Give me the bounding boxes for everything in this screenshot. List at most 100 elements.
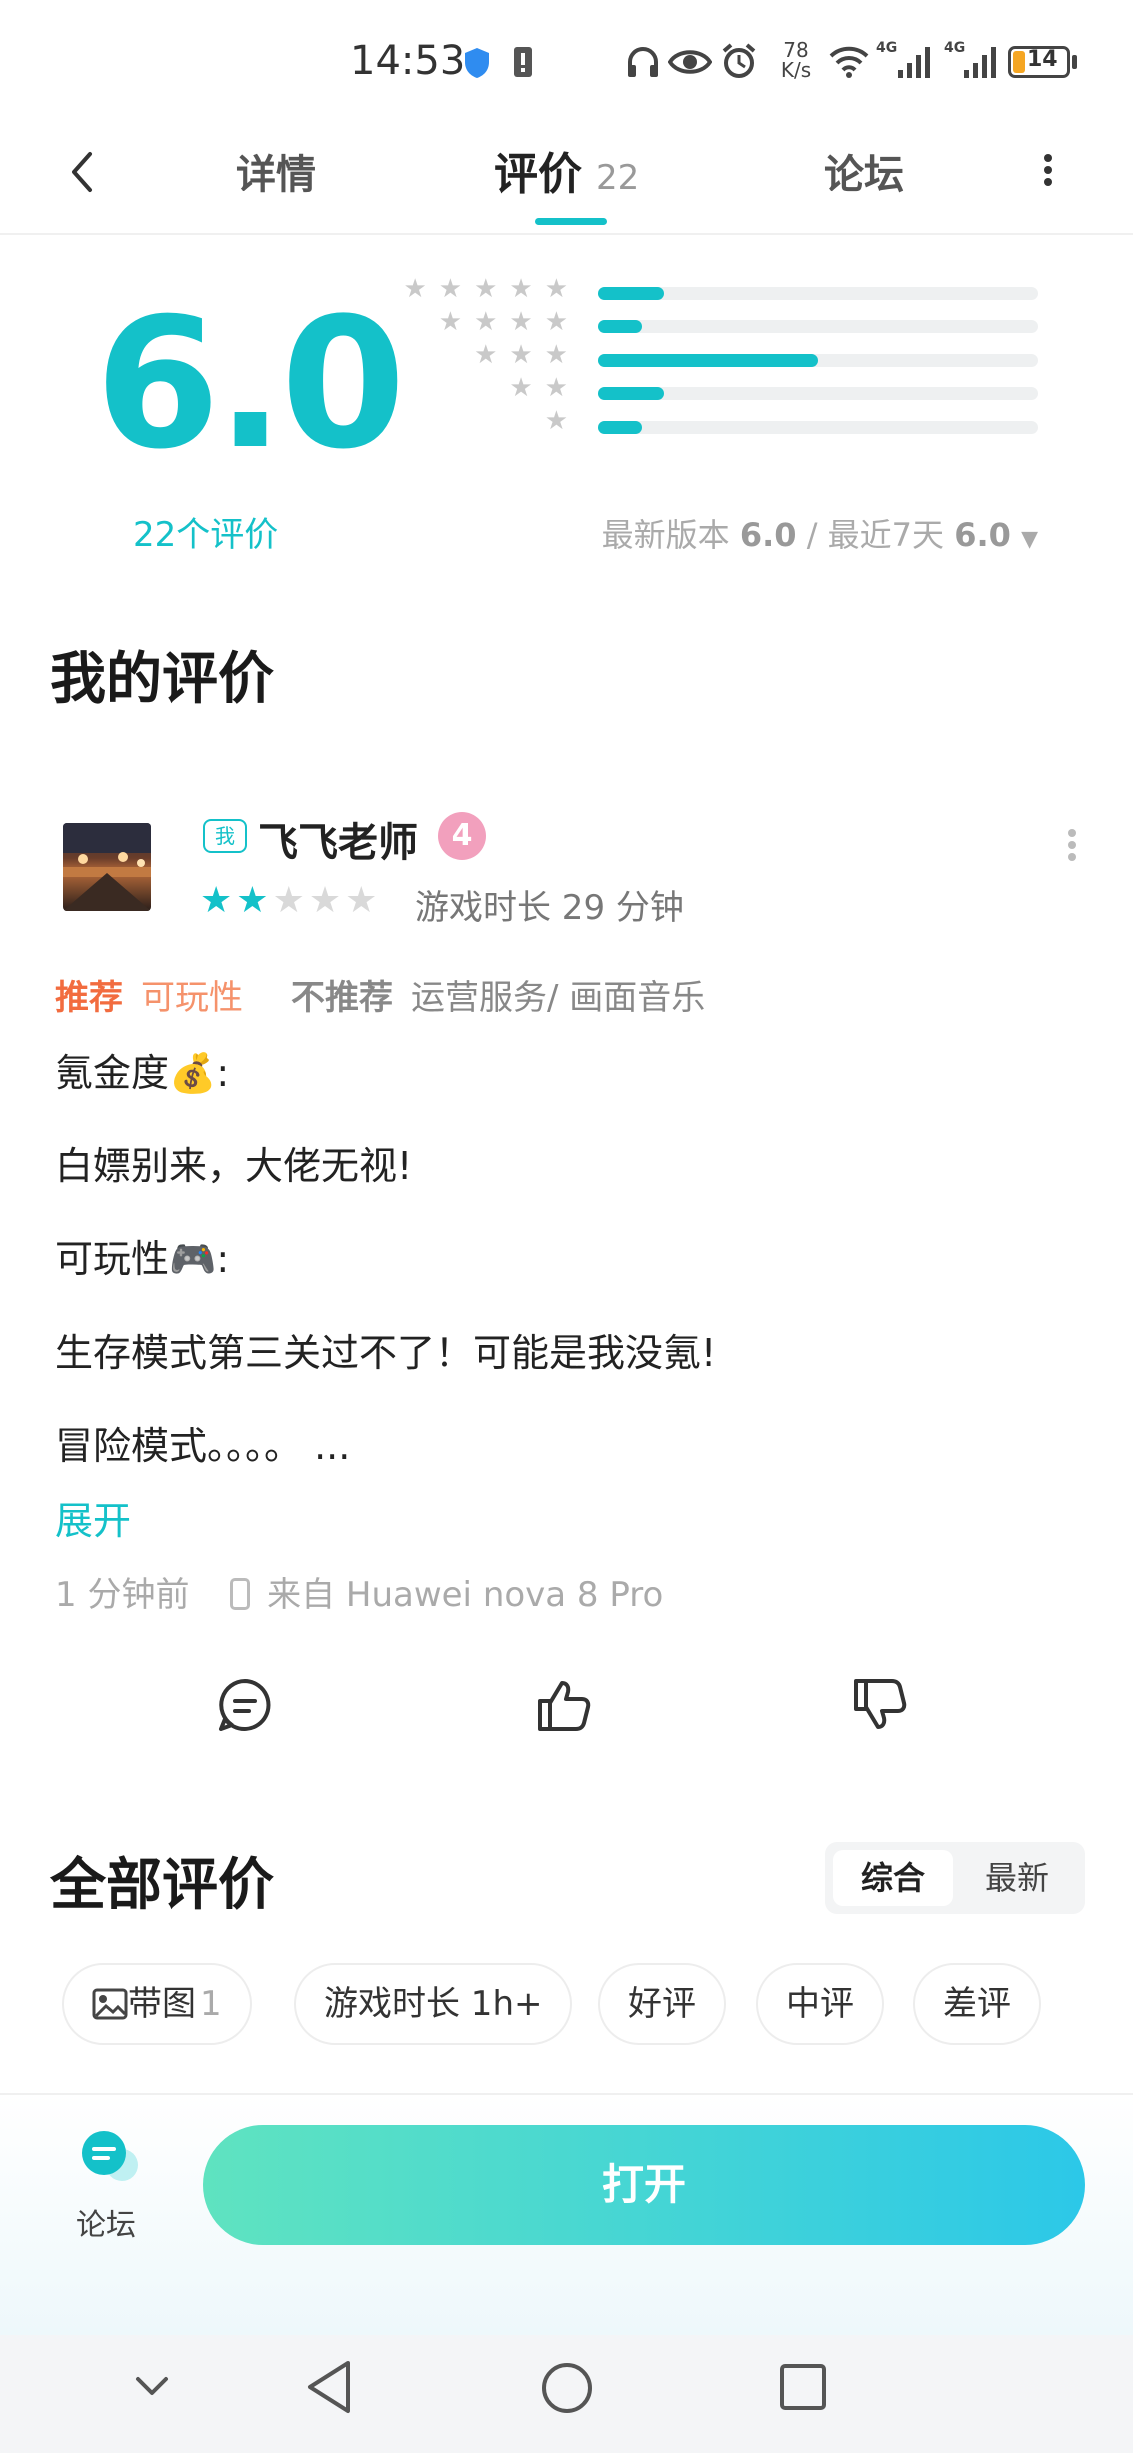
dislike-button[interactable]: [850, 1675, 910, 1735]
avatar[interactable]: [63, 823, 151, 911]
me-badge: 我: [203, 819, 247, 853]
five-star-row-icon: ★★★★★: [403, 274, 580, 304]
home-circle-icon[interactable]: [540, 2361, 594, 2419]
eye-icon: [667, 46, 713, 82]
time-ago: 1 分钟前: [55, 1575, 190, 1615]
back-button[interactable]: [62, 142, 102, 202]
active-tab-indicator: [535, 218, 607, 225]
battery-tip: [1072, 55, 1077, 69]
battery-icon: 14: [1008, 46, 1070, 78]
four-star-row-icon: ★★★★: [438, 307, 580, 337]
status-time: 14:53: [350, 38, 466, 84]
shield-icon: [462, 46, 492, 84]
filter-chip-with-images[interactable]: 带图 1: [62, 1963, 252, 2045]
all-reviews-heading: 全部评价: [50, 1853, 274, 1918]
image-icon: [92, 1988, 128, 2020]
forum-icon: [82, 2131, 138, 2181]
signal-icon: [962, 44, 1000, 84]
recommend-value: 可玩性: [141, 978, 243, 1018]
filter-chip-playtime[interactable]: 游戏时长 1h+: [294, 1963, 573, 2045]
system-nav-bar: [0, 2335, 1133, 2453]
star-filled-icon: ★: [200, 880, 237, 921]
filter-chip-neutral[interactable]: 中评: [756, 1963, 884, 2045]
rating-count: 22个评价: [133, 515, 279, 555]
more-vertical-icon: [1068, 829, 1076, 861]
like-button[interactable]: [534, 1675, 594, 1735]
review-meta: 1 分钟前 来自 Huawei nova 8 Pro: [55, 1567, 663, 1616]
recommend-tags: 推荐 可玩性 不推荐 运营服务/ 画面音乐: [55, 970, 705, 1019]
caret-down-icon: ▼: [1021, 527, 1038, 552]
headphones-icon: [625, 44, 661, 84]
comment-button[interactable]: [215, 1675, 275, 1735]
review-paragraph: 氪金度💰:: [55, 1051, 230, 1095]
alarm-icon: [720, 42, 758, 84]
star-empty-icon: ★: [308, 880, 346, 921]
one-star-row-icon: ★: [544, 406, 580, 436]
rating-bar-1: [598, 421, 1038, 434]
rating-summary: 6.0 22个评价 ★★★★★ ★★★★ ★★★ ★★ ★ 最新版本 6.0 /…: [0, 235, 1133, 565]
version-score-selector[interactable]: 最新版本 6.0 / 最近7天 6.0 ▼: [602, 510, 1038, 556]
recommend-label: 推荐: [55, 978, 123, 1018]
filter-chip-negative[interactable]: 差评: [913, 1963, 1041, 2045]
not-recommend-label: 不推荐: [291, 978, 393, 1018]
review-more-button[interactable]: [1065, 825, 1079, 865]
status-bar: 14:53 78 K/s 4G 4G 14: [0, 0, 1133, 130]
rating-bar-3-fill: [598, 354, 818, 367]
review-paragraph: 白嫖别来，大佬无视!: [55, 1144, 413, 1188]
rating-bar-5-fill: [598, 287, 664, 300]
more-options-button[interactable]: [1038, 144, 1058, 196]
sort-option-composite[interactable]: 综合: [833, 1850, 953, 1906]
star-filled-icon: ★: [236, 880, 273, 921]
rating-bar-3: [598, 354, 1038, 367]
top-nav: 详情 评价 22 论坛: [0, 130, 1133, 235]
net-speed: 78 K/s: [780, 38, 812, 82]
comment-icon: [219, 1679, 271, 1731]
back-triangle-icon[interactable]: [304, 2359, 354, 2419]
forum-button[interactable]: [78, 2129, 138, 2189]
rating-bar-2: [598, 387, 1038, 400]
device-label: 来自 Huawei nova 8 Pro: [267, 1575, 664, 1615]
two-star-row-icon: ★★: [509, 373, 580, 403]
average-score: 6.0: [95, 280, 406, 489]
review-stars: ★★★★★: [200, 880, 381, 921]
tab-forum[interactable]: 论坛: [824, 142, 904, 200]
sort-toggle: 综合 最新: [825, 1842, 1085, 1914]
my-review-heading: 我的评价: [50, 647, 274, 712]
thumbs-up-icon: [538, 1681, 591, 1731]
rating-bar-1-fill: [598, 421, 642, 434]
recents-square-icon[interactable]: [778, 2362, 828, 2416]
playtime: 游戏时长 29 分钟: [415, 888, 684, 928]
signal-label-1: 4G: [876, 40, 898, 56]
tab-details[interactable]: 详情: [236, 142, 316, 200]
expand-link[interactable]: 展开: [55, 1490, 131, 1545]
rating-bar-4-fill: [598, 320, 642, 333]
forum-label[interactable]: 论坛: [76, 2200, 136, 2244]
rating-bar-4: [598, 320, 1038, 333]
star-empty-icon: ★: [272, 880, 309, 921]
tab-reviews[interactable]: 评价 22: [494, 138, 639, 202]
level-badge: 4: [438, 812, 486, 860]
review-paragraph: 生存模式第三关过不了！可能是我没氪!: [55, 1331, 717, 1375]
review-paragraph: 冒险模式。。。。 ...: [55, 1424, 351, 1468]
my-review-section: 我的评价 我 飞飞老师 4 ★★★★★ 游戏时长 29 分钟 推荐 可玩性 不推荐运…: [0, 590, 1133, 1770]
open-button[interactable]: 打开: [203, 2125, 1085, 2245]
signal-icon: [896, 44, 934, 84]
thumbs-down-icon: [854, 1679, 907, 1729]
rating-bar-5: [598, 287, 1038, 300]
sort-option-latest[interactable]: 最新: [957, 1850, 1077, 1906]
not-recommend-value: 运营服务/ 画面音乐: [411, 978, 706, 1018]
filter-chip-positive[interactable]: 好评: [598, 1963, 726, 2045]
bottom-action-bar: 论坛 打开: [0, 2093, 1133, 2335]
chevron-left-icon: [72, 152, 92, 192]
star-empty-icon: ★: [345, 880, 382, 921]
sim-alert-icon: [512, 45, 534, 83]
review-paragraph: 可玩性🎮:: [55, 1237, 230, 1281]
tab-reviews-count: 22: [596, 158, 640, 198]
more-vertical-icon: [1044, 154, 1052, 186]
chevron-down-icon[interactable]: [132, 2371, 172, 2405]
phone-icon: [230, 1578, 251, 1610]
rating-bar-2-fill: [598, 387, 664, 400]
three-star-row-icon: ★★★: [474, 340, 580, 370]
all-reviews-section: 全部评价 综合 最新 带图 1 游戏时长 1h+ 好评 中评 差评: [0, 1800, 1133, 2100]
username[interactable]: 飞飞老师: [258, 810, 418, 868]
